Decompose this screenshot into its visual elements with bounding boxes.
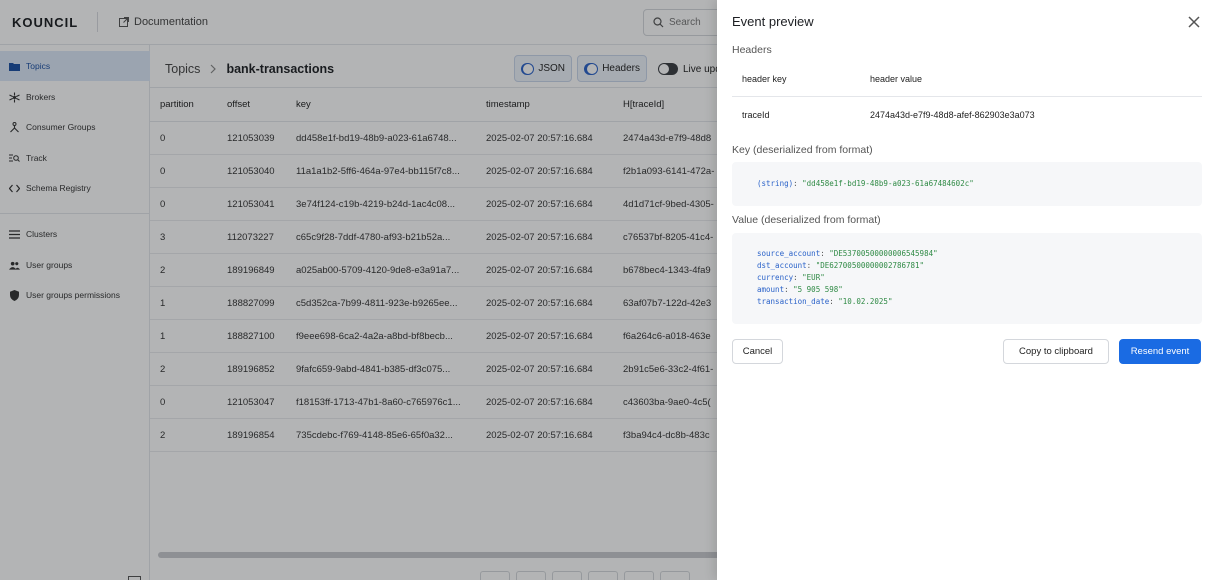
headers-table: header key header value traceId 2474a43d… [732, 62, 1202, 132]
json-value: "5 905 598" [793, 285, 843, 294]
json-key: amount [757, 285, 785, 294]
json-value: "10.02.2025" [838, 297, 893, 306]
event-preview-drawer: Event preview Headers header key header … [717, 0, 1215, 580]
key-section-label: Key (deserialized from format) [732, 144, 873, 156]
header-value-column: header value [870, 74, 923, 84]
cancel-button[interactable]: Cancel [732, 339, 783, 364]
copy-to-clipboard-button[interactable]: Copy to clipboard [1003, 339, 1109, 364]
json-value: "DE53700500000006545984" [829, 249, 938, 258]
key-value: "dd458e1f-bd19-48b9-a023-61a67484602c" [802, 179, 974, 188]
header-key: traceId [742, 109, 770, 120]
value-code-block: source_account: "DE53700500000006545984"… [732, 233, 1202, 324]
json-value: "DE62700500000002786781" [815, 261, 925, 270]
resend-event-button[interactable]: Resend event [1119, 339, 1201, 364]
json-key: transaction_date [757, 297, 830, 306]
json-key: dst_account [757, 261, 807, 270]
header-key-column: header key [742, 74, 787, 84]
value-section-label: Value (deserialized from format) [732, 214, 881, 226]
modal-backdrop[interactable] [0, 0, 717, 580]
close-icon[interactable] [1187, 15, 1201, 29]
key-type: (string) [757, 179, 794, 188]
headers-table-head: header key header value [732, 62, 1202, 97]
table-row: traceId 2474a43d-e7f9-48d8-afef-862903e3… [732, 97, 1202, 132]
key-code-block: (string): "dd458e1f-bd19-48b9-a023-61a67… [732, 162, 1202, 206]
json-key: source_account [757, 249, 821, 258]
json-value: "EUR" [802, 273, 825, 282]
header-value: 2474a43d-e7f9-48d8-afef-862903e3a073 [870, 109, 1035, 120]
headers-section-label: Headers [732, 44, 772, 56]
json-key: currency [757, 273, 794, 282]
drawer-title: Event preview [732, 14, 814, 29]
